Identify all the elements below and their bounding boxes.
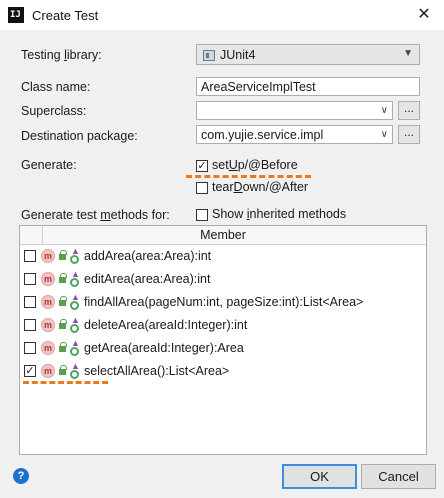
destination-package-value: com.yujie.service.impl [201, 128, 324, 142]
method-icon: m [41, 364, 55, 378]
member-name: getArea(areaId:Integer):Area [84, 341, 244, 355]
list-item[interactable]: m ▲ getArea(areaId:Integer):Area [20, 337, 426, 360]
window-title: Create Test [32, 8, 99, 23]
member-name: deleteArea(areaId:Integer):int [84, 318, 248, 332]
superclass-input[interactable]: ∨ [196, 101, 393, 120]
list-item[interactable]: m ▲ addArea(area:Area):int [20, 245, 426, 268]
testing-library-select[interactable]: JUnit4 ▼ [196, 44, 420, 65]
class-name-input[interactable]: AreaServiceImplTest [196, 77, 420, 96]
annotation-dash-setup [186, 175, 311, 178]
implements-icon: ▲ [70, 247, 80, 264]
show-inherited-checkbox[interactable] [196, 209, 208, 221]
implements-icon: ▲ [70, 293, 80, 310]
close-icon[interactable]: ✕ [412, 3, 436, 27]
teardown-checkbox[interactable] [196, 182, 208, 194]
destination-package-input[interactable]: com.yujie.service.impl ∨ [196, 125, 393, 144]
method-icon: m [41, 272, 55, 286]
member-name: findAllArea(pageNum:int, pageSize:int):L… [84, 295, 364, 309]
generate-methods-label: Generate test methods for: [21, 208, 170, 222]
title-bar: IJ Create Test ✕ [0, 0, 444, 30]
lock-icon [58, 296, 67, 307]
lock-icon [58, 273, 67, 284]
member-name: addArea(area:Area):int [84, 249, 212, 263]
member-checkbox[interactable] [24, 273, 36, 285]
member-column-header[interactable]: Member [20, 226, 426, 244]
member-checkbox[interactable] [24, 342, 36, 354]
member-checkbox[interactable] [24, 319, 36, 331]
list-item[interactable]: m ▲ deleteArea(areaId:Integer):int [20, 314, 426, 337]
lock-icon [58, 250, 67, 261]
library-icon [203, 50, 215, 62]
chevron-down-icon[interactable]: ∨ [381, 104, 388, 118]
chevron-down-icon[interactable]: ∨ [381, 128, 388, 142]
chevron-down-icon: ▼ [403, 48, 413, 59]
show-inherited-label[interactable]: Show inherited methods [212, 207, 346, 221]
intellij-icon: IJ [8, 7, 24, 23]
teardown-label[interactable]: tearDown/@After [212, 180, 308, 194]
method-icon: m [41, 341, 55, 355]
member-name: selectAllArea():List<Area> [84, 364, 230, 378]
superclass-label: Superclass: [21, 104, 87, 118]
cancel-button[interactable]: Cancel [361, 464, 436, 489]
implements-icon: ▲ [70, 270, 80, 287]
list-item[interactable]: ✓ m ▲ selectAllArea():List<Area> [20, 360, 426, 383]
member-list[interactable]: Member m ▲ addArea(area:Area):int m ▲ ed… [19, 225, 427, 455]
setup-checkbox[interactable]: ✓ [196, 160, 208, 172]
lock-icon [58, 319, 67, 330]
list-item[interactable]: m ▲ findAllArea(pageNum:int, pageSize:in… [20, 291, 426, 314]
lock-icon [58, 365, 67, 376]
ok-button[interactable]: OK [282, 464, 357, 489]
member-checkbox[interactable] [24, 250, 36, 262]
implements-icon: ▲ [70, 316, 80, 333]
generate-label: Generate: [21, 158, 77, 172]
method-icon: m [41, 318, 55, 332]
class-name-label: Class name: [21, 80, 91, 94]
method-icon: m [41, 249, 55, 263]
list-item[interactable]: m ▲ editArea(area:Area):int [20, 268, 426, 291]
implements-icon: ▲ [70, 362, 80, 379]
member-list-header: Member [20, 226, 426, 245]
destination-browse-button[interactable]: ... [398, 125, 420, 144]
superclass-browse-button[interactable]: ... [398, 101, 420, 120]
implements-icon: ▲ [70, 339, 80, 356]
annotation-dash-select [23, 381, 108, 384]
setup-label[interactable]: setUp/@Before [212, 158, 298, 172]
member-checkbox[interactable] [24, 296, 36, 308]
member-checkbox[interactable]: ✓ [24, 365, 36, 377]
testing-library-label: Testing library: [21, 48, 102, 62]
lock-icon [58, 342, 67, 353]
testing-library-value: JUnit4 [220, 48, 256, 62]
help-icon[interactable]: ? [13, 468, 29, 484]
method-icon: m [41, 295, 55, 309]
destination-package-label: Destination package: [21, 129, 138, 143]
member-name: editArea(area:Area):int [84, 272, 211, 286]
